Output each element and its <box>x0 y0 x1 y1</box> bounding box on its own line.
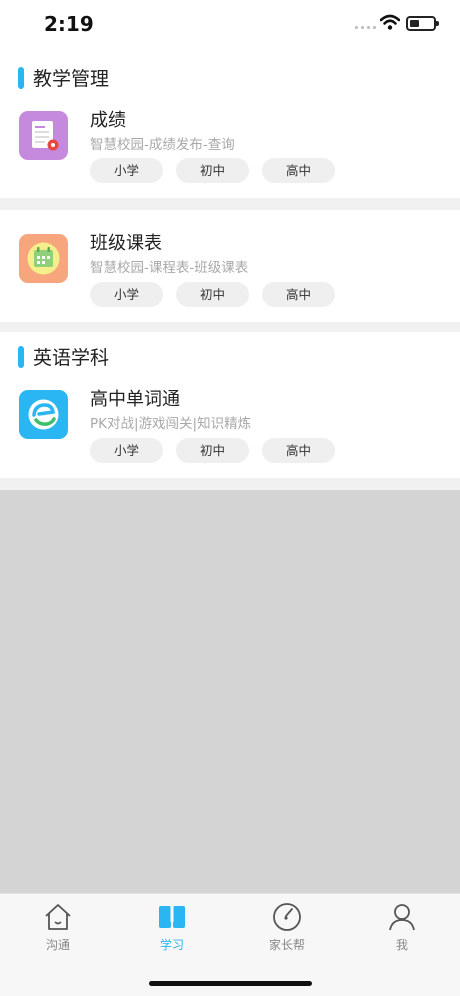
section-title: 英语学科 <box>33 347 110 369</box>
tab-me[interactable]: 我 <box>362 894 442 964</box>
section-divider <box>0 322 460 332</box>
status-time: 2:19 <box>44 12 94 36</box>
calendar-icon[interactable] <box>19 234 68 283</box>
house-icon <box>45 904 71 930</box>
home-indicator <box>149 981 312 986</box>
section-divider <box>0 478 460 490</box>
tag-high-school[interactable]: 高中 <box>262 438 335 463</box>
app-row-class-schedule: 班级课表 智慧校园-课程表-班级课表 小学 初中 高中 <box>0 210 460 322</box>
app-title-class-schedule[interactable]: 班级课表 <box>90 229 162 255</box>
compass-icon <box>273 903 301 931</box>
tab-communicate[interactable]: 沟通 <box>18 894 98 964</box>
person-icon <box>389 904 415 931</box>
app-subtitle-grades: 智慧校园-成绩发布-查询 <box>90 137 235 153</box>
tag-high-school[interactable]: 高中 <box>262 158 335 183</box>
app-title-word-pass[interactable]: 高中单词通 <box>90 385 180 411</box>
book-icon <box>159 906 185 928</box>
section-teaching-management: 教学管理 成绩 智慧校园-成绩发布-查询 小学 初中 高中 <box>0 50 460 198</box>
tab-study[interactable]: 学习 <box>132 894 212 964</box>
tag-middle-school[interactable]: 初中 <box>176 158 249 183</box>
word-app-logo-icon[interactable] <box>19 390 68 439</box>
status-bar: 2:19 <box>0 0 460 50</box>
tab-parent-help[interactable]: 家长帮 <box>247 894 327 964</box>
app-title-grades[interactable]: 成绩 <box>90 106 126 132</box>
section-accent-bar <box>18 345 24 368</box>
section-header: 教学管理 <box>18 64 109 91</box>
tab-label: 学习 <box>159 938 184 952</box>
wifi-icon <box>380 14 400 30</box>
tab-label: 我 <box>395 938 408 952</box>
tag-middle-school[interactable]: 初中 <box>176 282 249 307</box>
battery-icon <box>406 16 439 31</box>
section-header: 英语学科 <box>18 343 109 370</box>
app-subtitle-word-pass: PK对战|游戏闯关|知识精炼 <box>90 416 252 432</box>
tag-primary-school[interactable]: 小学 <box>90 282 163 307</box>
section-accent-bar <box>18 66 24 89</box>
tag-high-school[interactable]: 高中 <box>262 282 335 307</box>
tab-label: 沟通 <box>45 938 70 952</box>
tag-primary-school[interactable]: 小学 <box>90 158 163 183</box>
section-divider <box>0 198 460 210</box>
app-subtitle-class-schedule: 智慧校园-课程表-班级课表 <box>90 260 249 276</box>
section-title: 教学管理 <box>33 68 110 90</box>
report-card-icon[interactable] <box>19 111 68 160</box>
tab-label: 家长帮 <box>268 938 305 952</box>
section-english: 英语学科 高中单词通 PK对战|游戏闯关|知识精炼 小学 初中 高中 <box>0 332 460 478</box>
cellular-signal-icon <box>355 26 376 29</box>
tag-primary-school[interactable]: 小学 <box>90 438 163 463</box>
tag-middle-school[interactable]: 初中 <box>176 438 249 463</box>
